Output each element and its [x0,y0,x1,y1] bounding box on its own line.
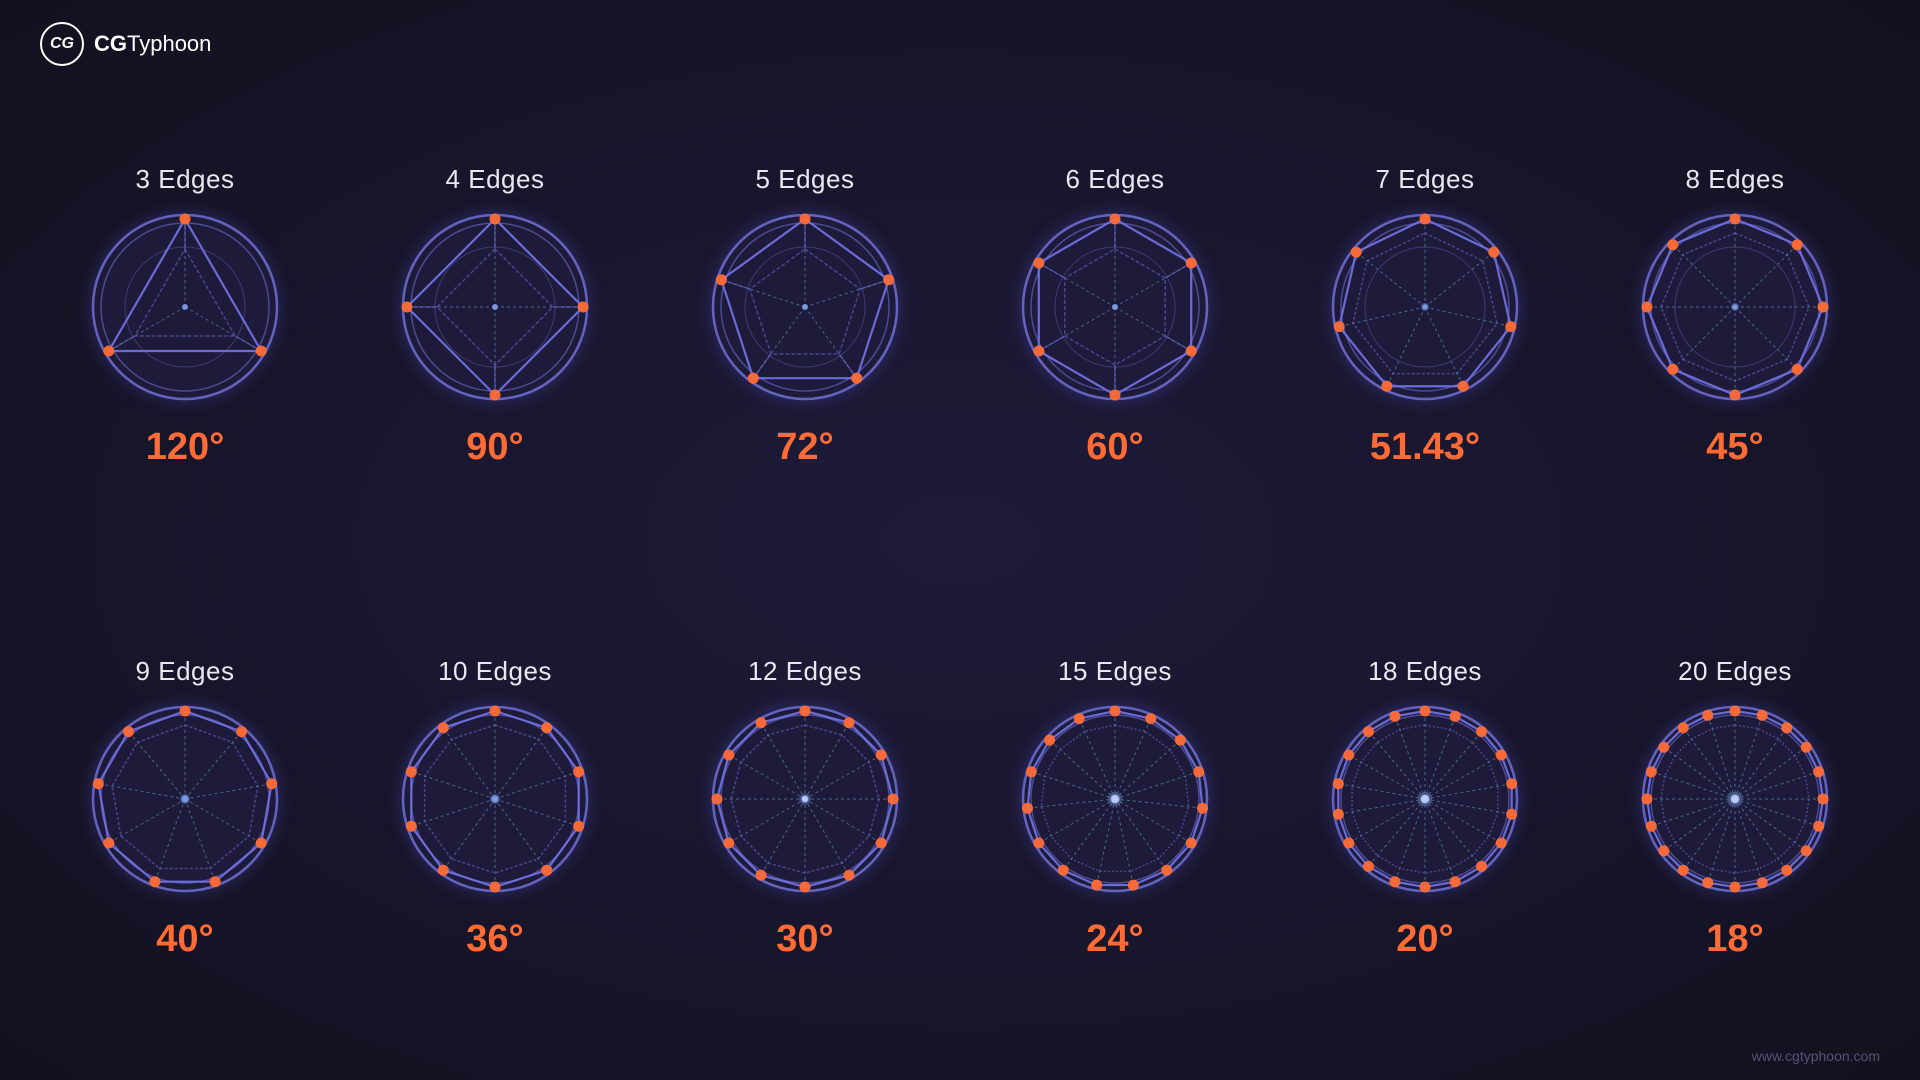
polygon-title-12: 12 Edges [748,656,862,687]
polygon-diagram-10 [395,699,595,904]
polygon-diagram-7 [1325,207,1525,412]
logo-text: CGTyphoon [94,31,211,57]
polygon-cell-9: 9 Edges 40° [30,568,340,1051]
polygon-angle-4: 90° [466,426,523,469]
polygon-angle-15: 24° [1086,918,1143,961]
polygon-cell-20: 20 Edges 18° [1580,568,1890,1051]
polygon-angle-3: 120° [146,426,225,469]
polygon-cell-8: 8 Edges 45° [1580,75,1890,558]
polygon-diagram-4 [395,207,595,412]
polygon-angle-6: 60° [1086,426,1143,469]
polygon-diagram-6 [1015,207,1215,412]
logo-icon: CG [40,22,84,66]
polygon-title-18: 18 Edges [1368,656,1482,687]
polygon-angle-10: 36° [466,918,523,961]
polygon-cell-10: 10 Edges 36° [340,568,650,1051]
polygon-title-3: 3 Edges [136,164,235,195]
polygon-cell-18: 18 Edges 20° [1270,568,1580,1051]
polygon-angle-7: 51.43° [1370,426,1480,469]
polygon-cell-4: 4 Edges 90° [340,75,650,558]
polygon-angle-8: 45° [1706,426,1763,469]
polygon-diagram-3 [85,207,285,412]
polygon-diagram-20 [1635,699,1835,904]
polygon-angle-20: 18° [1706,918,1763,961]
polygon-title-20: 20 Edges [1678,656,1792,687]
polygon-cell-3: 3 Edges 120° [30,75,340,558]
polygon-cell-12: 12 Edges 30° [650,568,960,1051]
polygon-angle-18: 20° [1396,918,1453,961]
polygon-title-5: 5 Edges [756,164,855,195]
polygon-title-4: 4 Edges [446,164,545,195]
polygon-angle-5: 72° [776,426,833,469]
polygon-diagram-5 [705,207,905,412]
polygon-cell-6: 6 Edges 60° [960,75,1270,558]
logo: CG CGTyphoon [40,22,211,66]
watermark: www.cgtyphoon.com [1752,1048,1880,1064]
polygon-title-7: 7 Edges [1376,164,1475,195]
polygon-title-6: 6 Edges [1066,164,1165,195]
polygon-cell-15: 15 Edges 24° [960,568,1270,1051]
polygon-title-15: 15 Edges [1058,656,1172,687]
polygon-cell-7: 7 Edges 51.43° [1270,75,1580,558]
polygon-diagram-8 [1635,207,1835,412]
polygon-diagram-12 [705,699,905,904]
polygon-title-9: 9 Edges [136,656,235,687]
polygon-diagram-15 [1015,699,1215,904]
polygon-title-10: 10 Edges [438,656,552,687]
polygon-grid: 3 Edges 120° 4 Edges 90° 5 Edges 72° 6 Edges 60… [0,75,1920,1050]
polygon-title-8: 8 Edges [1686,164,1785,195]
polygon-cell-5: 5 Edges 72° [650,75,960,558]
polygon-diagram-18 [1325,699,1525,904]
polygon-angle-9: 40° [156,918,213,961]
polygon-diagram-9 [85,699,285,904]
polygon-angle-12: 30° [776,918,833,961]
